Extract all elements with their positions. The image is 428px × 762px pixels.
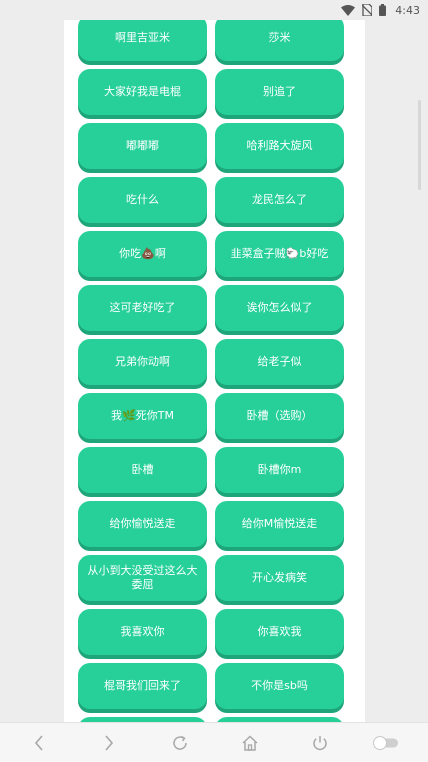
sound-button[interactable]: 开心发病笑 xyxy=(215,555,344,601)
sound-button[interactable]: 韭菜盒子贼🐑b好吃 xyxy=(215,231,344,277)
sound-button[interactable]: 吃什么 xyxy=(78,177,207,223)
sound-button[interactable]: 棍哥我们回来了 xyxy=(78,663,207,709)
battery-icon xyxy=(379,4,387,16)
no-sim-icon xyxy=(362,4,373,16)
home-icon xyxy=(242,735,258,751)
sound-button[interactable]: 龙民怎么了 xyxy=(215,177,344,223)
status-bar: 4:43 xyxy=(0,0,428,20)
back-icon xyxy=(34,735,43,751)
sound-button[interactable]: 不你是sb吗 xyxy=(215,663,344,709)
sound-button[interactable]: 给你M愉悦送走 xyxy=(215,501,344,547)
sound-button[interactable]: 嘟嘟嘟 xyxy=(78,123,207,169)
sound-button[interactable]: 卧槽 xyxy=(78,447,207,493)
forward-button[interactable] xyxy=(98,733,120,753)
sound-button[interactable]: 诶你怎么似了 xyxy=(215,285,344,331)
sound-button[interactable]: 我🌿死你TM xyxy=(78,393,207,439)
power-button[interactable] xyxy=(309,733,331,753)
sound-button[interactable]: 大家好我是电棍 xyxy=(78,69,207,115)
sound-button[interactable]: 别追了 xyxy=(215,69,344,115)
sound-button[interactable]: 啊里吉亚米 xyxy=(78,20,207,61)
toggle-icon xyxy=(373,736,398,750)
forward-icon xyxy=(105,735,114,751)
page-card: 啊里吉亚米 莎米 大家好我是电棍 别追了 嘟嘟嘟 哈利路大旋风 吃什么 龙民怎么了 你吃💩啊 韭菜… xyxy=(64,20,365,722)
sound-button[interactable]: 我喜欢你 xyxy=(78,609,207,655)
power-icon xyxy=(313,736,327,751)
sound-button[interactable]: 从小到大没受过这么大委屈 xyxy=(78,555,207,601)
home-button[interactable] xyxy=(239,733,261,753)
scrollbar[interactable] xyxy=(418,100,421,190)
wifi-icon xyxy=(341,4,356,16)
refresh-icon xyxy=(173,735,187,750)
sound-button[interactable]: 你喜欢我 xyxy=(215,609,344,655)
sound-button[interactable]: 兄弟你动啊 xyxy=(78,339,207,385)
sound-button[interactable]: 你吃💩啊 xyxy=(78,231,207,277)
mode-toggle[interactable] xyxy=(372,733,400,753)
bottom-navigation xyxy=(0,722,428,762)
sound-button[interactable]: 给老子似 xyxy=(215,339,344,385)
sound-button[interactable]: 给你愉悦送走 xyxy=(78,501,207,547)
sound-button[interactable]: 这可老好吃了 xyxy=(78,285,207,331)
sound-button[interactable]: 哈利路大旋风 xyxy=(215,123,344,169)
sound-button[interactable]: 卧槽你m xyxy=(215,447,344,493)
status-time: 4:43 xyxy=(395,3,420,17)
refresh-button[interactable] xyxy=(169,733,191,753)
back-button[interactable] xyxy=(28,733,50,753)
sound-button[interactable]: 莎米 xyxy=(215,20,344,61)
sound-button[interactable]: 卧槽（选购） xyxy=(215,393,344,439)
